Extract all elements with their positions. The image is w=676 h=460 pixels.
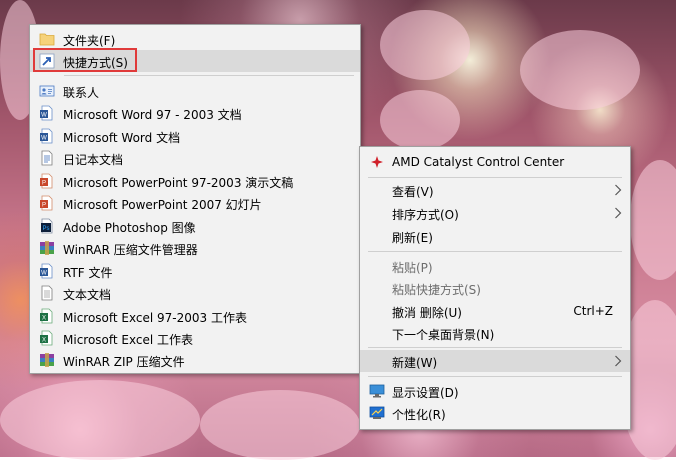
menu-separator — [368, 251, 622, 252]
view-item[interactable]: 查看(V) — [360, 179, 630, 201]
winrar-archive-icon — [40, 241, 54, 255]
new-powerpoint-97-label: Microsoft PowerPoint 97-2003 演示文稿 — [63, 176, 294, 190]
powerpoint-97-presentation-icon: P — [40, 173, 53, 189]
new-winrar-zip-label: WinRAR ZIP 压缩文件 — [63, 355, 185, 369]
new-powerpoint-97-item[interactable]: P Microsoft PowerPoint 97-2003 演示文稿 — [30, 170, 360, 192]
new-submenu: 文件夹(F) 快捷方式(S) 联系人 W Microsoft Word 97 -… — [29, 24, 361, 374]
next-background-item[interactable]: 下一个桌面背景(N) — [360, 322, 630, 344]
new-text-document-item[interactable]: 文本文档 — [30, 282, 360, 304]
display-settings-icon — [369, 384, 385, 398]
amd-catalyst-label: AMD Catalyst Control Center — [392, 155, 565, 169]
new-folder-label: 文件夹(F) — [63, 34, 116, 48]
svg-text:W: W — [41, 113, 47, 119]
new-excel-97-label: Microsoft Excel 97-2003 工作表 — [63, 311, 247, 325]
new-text-document-label: 文本文档 — [63, 288, 112, 302]
new-contact-label: 联系人 — [63, 86, 100, 100]
new-word-label: Microsoft Word 文档 — [63, 131, 181, 145]
winrar-zip-icon — [40, 353, 54, 367]
display-settings-item[interactable]: 显示设置(D) — [360, 380, 630, 402]
display-settings-label: 显示设置(D) — [392, 386, 459, 400]
excel-97-worksheet-icon: X — [40, 308, 53, 324]
personalize-icon — [369, 406, 385, 419]
word-97-document-icon: W — [40, 105, 53, 121]
chevron-right-icon — [615, 355, 622, 367]
undo-shortcut: Ctrl+Z — [573, 304, 613, 318]
svg-text:X: X — [42, 338, 46, 344]
sort-by-label: 排序方式(O) — [392, 208, 459, 222]
paste-label: 粘贴(P) — [392, 261, 433, 275]
new-excel-97-item[interactable]: X Microsoft Excel 97-2003 工作表 — [30, 305, 360, 327]
new-powerpoint-2007-item[interactable]: P Microsoft PowerPoint 2007 幻灯片 — [30, 192, 360, 214]
amd-catalyst-icon — [371, 156, 383, 168]
chevron-right-icon — [615, 207, 622, 219]
svg-text:W: W — [41, 271, 47, 277]
undo-delete-item[interactable]: 撤消 删除(U) Ctrl+Z — [360, 300, 630, 322]
view-label: 查看(V) — [392, 185, 434, 199]
personalize-label: 个性化(R) — [392, 408, 446, 422]
new-journal-item[interactable]: 日记本文档 — [30, 147, 360, 169]
new-rtf-label: RTF 文件 — [63, 266, 113, 280]
new-word-97-item[interactable]: W Microsoft Word 97 - 2003 文档 — [30, 102, 360, 124]
folder-icon — [39, 33, 55, 46]
personalize-item[interactable]: 个性化(R) — [360, 402, 630, 424]
paste-shortcut-item[interactable]: 粘贴快捷方式(S) — [360, 277, 630, 299]
journal-document-icon — [41, 150, 53, 166]
menu-separator — [368, 177, 622, 178]
new-label: 新建(W) — [392, 356, 438, 370]
new-word-item[interactable]: W Microsoft Word 文档 — [30, 125, 360, 147]
new-folder-item[interactable]: 文件夹(F) — [30, 28, 360, 50]
svg-text:W: W — [41, 136, 47, 142]
amd-catalyst-item[interactable]: AMD Catalyst Control Center — [360, 151, 630, 173]
new-winrar-zip-item[interactable]: WinRAR ZIP 压缩文件 — [30, 349, 360, 371]
menu-separator — [368, 376, 622, 377]
powerpoint-2007-slide-icon: P — [40, 195, 53, 211]
undo-delete-label: 撤消 删除(U) — [392, 306, 462, 320]
new-journal-label: 日记本文档 — [63, 153, 124, 167]
sort-by-item[interactable]: 排序方式(O) — [360, 202, 630, 224]
svg-text:P: P — [42, 203, 46, 209]
new-winrar-item[interactable]: WinRAR 压缩文件管理器 — [30, 237, 360, 259]
new-word-97-label: Microsoft Word 97 - 2003 文档 — [63, 108, 242, 122]
contact-icon — [39, 85, 55, 97]
paste-shortcut-label: 粘贴快捷方式(S) — [392, 283, 481, 297]
new-excel-item[interactable]: X Microsoft Excel 工作表 — [30, 327, 360, 349]
svg-text:X: X — [42, 316, 46, 322]
new-contact-item[interactable]: 联系人 — [30, 80, 360, 102]
new-photoshop-label: Adobe Photoshop 图像 — [63, 221, 196, 235]
highlight-box — [33, 48, 137, 72]
rtf-file-icon: W — [40, 263, 53, 279]
photoshop-image-icon: Ps — [41, 218, 53, 234]
new-powerpoint-2007-label: Microsoft PowerPoint 2007 幻灯片 — [63, 198, 262, 212]
word-document-icon: W — [40, 128, 53, 144]
refresh-item[interactable]: 刷新(E) — [360, 225, 630, 247]
svg-text:Ps: Ps — [42, 226, 49, 232]
excel-worksheet-icon: X — [40, 330, 53, 346]
new-winrar-label: WinRAR 压缩文件管理器 — [63, 243, 198, 257]
paste-item[interactable]: 粘贴(P) — [360, 255, 630, 277]
svg-text:P: P — [42, 181, 46, 187]
chevron-right-icon — [615, 184, 622, 196]
refresh-label: 刷新(E) — [392, 231, 433, 245]
menu-separator — [368, 347, 622, 348]
next-background-label: 下一个桌面背景(N) — [392, 328, 495, 342]
menu-separator — [64, 75, 354, 76]
new-item[interactable]: 新建(W) — [360, 350, 630, 372]
text-document-icon — [41, 285, 53, 301]
new-photoshop-item[interactable]: Ps Adobe Photoshop 图像 — [30, 215, 360, 237]
new-excel-label: Microsoft Excel 工作表 — [63, 333, 194, 347]
new-rtf-item[interactable]: W RTF 文件 — [30, 260, 360, 282]
desktop-context-menu: AMD Catalyst Control Center 查看(V) 排序方式(O… — [359, 146, 631, 430]
